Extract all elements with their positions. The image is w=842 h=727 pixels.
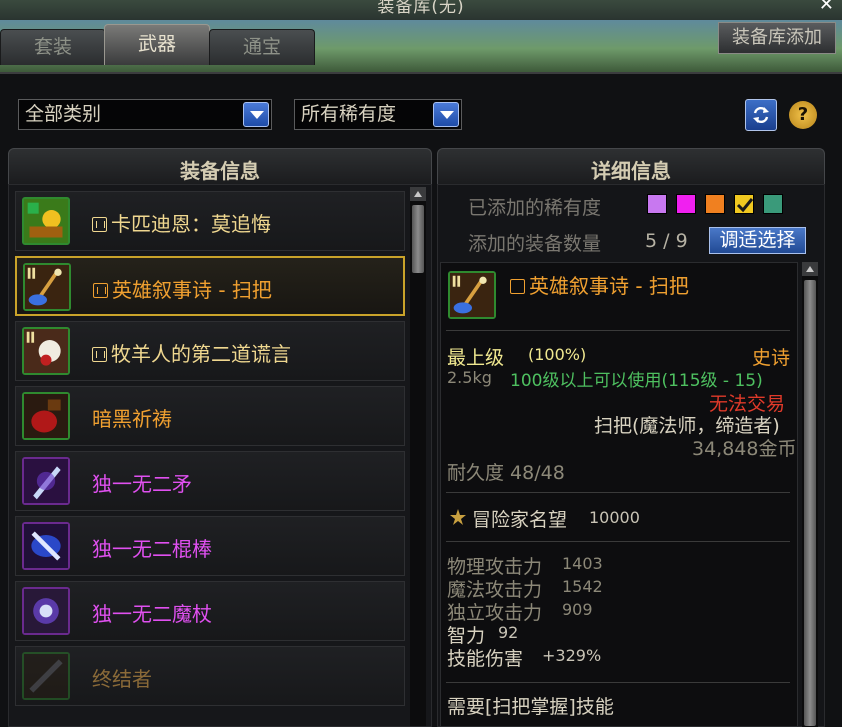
dark-prayer-icon xyxy=(22,392,70,440)
added-count: 5 / 9 xyxy=(645,230,688,252)
fame-icon xyxy=(450,509,466,525)
list-item-label: 终结者 xyxy=(92,667,152,691)
category-select[interactable]: 全部类别 xyxy=(18,99,272,130)
rarity-swatch-checked[interactable] xyxy=(734,194,754,214)
list-item-label: 牧羊人的第二道谎言 xyxy=(111,342,291,366)
equipment-list: 卡匹迪恩：莫追悔 英雄叙事诗 - 扫把 牧羊人的第二道谎言暗黑祈祷独一无二矛独一无二… xyxy=(8,184,432,727)
list-item-label: 英雄叙事诗 - 扫把 xyxy=(112,278,272,302)
title-bar: 装备库(无) ✕ xyxy=(0,0,842,20)
list-item-label: 独一无二棍棒 xyxy=(92,537,212,561)
level-requirement: 100级以上可以使用(115级 - 15) xyxy=(510,371,763,391)
list-item-label: 独一无二矛 xyxy=(92,472,192,496)
scroll-up-icon[interactable] xyxy=(802,262,818,276)
list-item[interactable]: 卡匹迪恩：莫追悔 xyxy=(15,191,405,251)
tab-weapon[interactable]: 武器 xyxy=(104,24,210,65)
close-icon[interactable]: ✕ xyxy=(819,0,834,15)
list-item[interactable]: 独一无二棍棒 xyxy=(15,516,405,576)
tab-strip: 套装 武器 通宝 装备库添加 xyxy=(0,20,842,72)
list-item-name: 独一无二矛 xyxy=(92,468,192,497)
list-item-name: 暗黑祈祷 xyxy=(92,403,172,432)
broom-icon xyxy=(448,271,496,319)
chevron-down-icon[interactable] xyxy=(243,102,269,127)
detail-item-name: 英雄叙事诗 - 扫把 xyxy=(510,270,689,299)
rod-icon xyxy=(22,522,70,570)
detail-item-name-text: 英雄叙事诗 - 扫把 xyxy=(529,274,689,298)
tab-coin[interactable]: 通宝 xyxy=(209,29,315,65)
scroll-up-icon[interactable] xyxy=(410,187,426,201)
account-bound-icon xyxy=(510,279,525,294)
spear-icon xyxy=(22,457,70,505)
check-icon xyxy=(736,198,754,213)
account-bound-icon xyxy=(92,217,107,232)
grade-percent: (100%) xyxy=(528,345,587,364)
tab-set[interactable]: 套装 xyxy=(0,29,106,65)
account-bound-icon xyxy=(93,283,108,298)
stat-value: 92 xyxy=(498,623,519,642)
skill-requirement: 需要[扫把掌握]技能 xyxy=(447,696,614,718)
list-item-label: 卡匹迪恩：莫追悔 xyxy=(111,212,271,236)
green-burst-icon xyxy=(22,197,70,245)
list-item-name: 独一无二魔杖 xyxy=(92,598,212,627)
rarity-select-value: 所有稀有度 xyxy=(301,103,397,125)
terminator-icon xyxy=(22,652,70,700)
list-scrollbar[interactable] xyxy=(410,187,426,726)
item-price: 34,848金币 xyxy=(692,438,797,460)
list-item[interactable]: 终结者 xyxy=(15,646,405,706)
divider xyxy=(446,492,790,493)
refresh-icon xyxy=(753,106,769,124)
rarity-swatch[interactable] xyxy=(763,194,783,214)
rarity-swatch[interactable] xyxy=(647,194,667,214)
broom-icon xyxy=(23,263,71,311)
fame-value: 10000 xyxy=(589,508,640,527)
rarity-swatch[interactable] xyxy=(676,194,696,214)
scroll-thumb[interactable] xyxy=(412,205,424,273)
list-item[interactable]: 暗黑祈祷 xyxy=(15,386,405,446)
stat-value: 1542 xyxy=(562,577,603,596)
list-item[interactable]: 英雄叙事诗 - 扫把 xyxy=(15,256,405,316)
rarity-select[interactable]: 所有稀有度 xyxy=(294,99,462,130)
stat-label: 技能伤害 xyxy=(447,648,524,670)
rarity-swatch[interactable] xyxy=(705,194,725,214)
left-panel-header: 装备信息 xyxy=(8,148,432,184)
list-item-name: 卡匹迪恩：莫追悔 xyxy=(92,208,271,237)
divider xyxy=(446,330,790,331)
added-rarity-label: 已添加的稀有度 xyxy=(468,197,602,219)
window-title: 装备库(无) xyxy=(377,0,465,17)
add-to-storage-button[interactable]: 装备库添加 xyxy=(718,22,836,54)
list-item-name: 终结者 xyxy=(92,663,152,692)
list-item[interactable]: 独一无二魔杖 xyxy=(15,581,405,641)
added-count-label: 添加的装备数量 xyxy=(468,233,602,255)
divider xyxy=(446,541,790,542)
list-item-name: 独一无二棍棒 xyxy=(92,533,212,562)
list-item[interactable]: 独一无二矛 xyxy=(15,451,405,511)
account-bound-icon xyxy=(92,347,107,362)
detail-scrollbar[interactable] xyxy=(802,262,818,727)
scroll-thumb[interactable] xyxy=(804,280,816,726)
stat-value: 909 xyxy=(562,600,593,619)
list-item-label: 独一无二魔杖 xyxy=(92,602,212,626)
list-item-name: 英雄叙事诗 - 扫把 xyxy=(93,274,272,303)
list-item[interactable]: 牧羊人的第二道谎言 xyxy=(15,321,405,381)
list-item-label: 暗黑祈祷 xyxy=(92,407,172,431)
fame-label: 冒险家名望 xyxy=(472,509,568,531)
help-button[interactable]: ? xyxy=(789,101,817,129)
list-item-name: 牧羊人的第二道谎言 xyxy=(92,338,291,367)
stat-value: +329% xyxy=(542,646,602,665)
stat-value: 1403 xyxy=(562,554,603,573)
divider xyxy=(446,682,790,683)
grade-label: 最上级 xyxy=(447,347,505,369)
wand-icon xyxy=(22,587,70,635)
right-panel-header: 详细信息 xyxy=(437,148,825,184)
category-select-value: 全部类别 xyxy=(25,103,102,125)
weight: 2.5kg xyxy=(447,368,492,387)
choose-button[interactable]: 调适选择 xyxy=(709,227,806,254)
sheep-icon xyxy=(22,327,70,375)
refresh-button[interactable] xyxy=(745,99,777,131)
chevron-down-icon[interactable] xyxy=(433,102,459,127)
durability: 耐久度 48/48 xyxy=(447,462,565,484)
